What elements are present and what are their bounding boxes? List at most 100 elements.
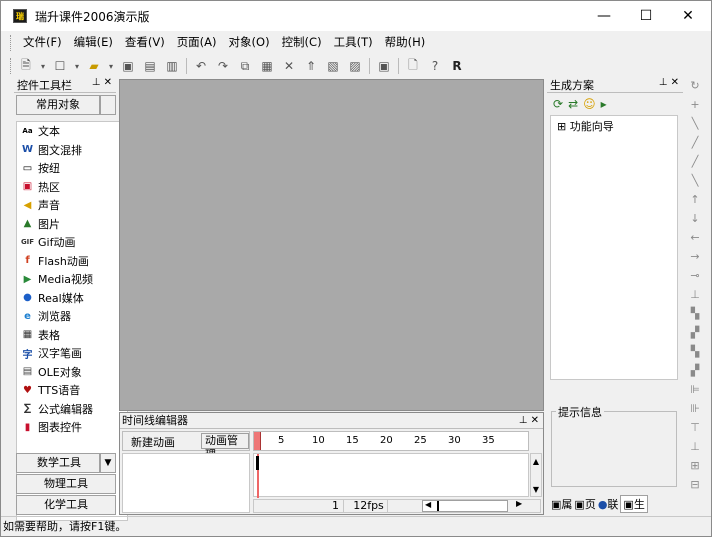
control-item[interactable]: ▶ Media视频 [17, 270, 127, 289]
tab-generate[interactable]: ▣生 [620, 495, 648, 513]
scheme-sync-icon[interactable]: ⇄ [568, 97, 578, 113]
category-chemistry-tools[interactable]: 化学工具 [16, 495, 116, 515]
undo-icon[interactable]: ↶ [192, 57, 210, 75]
menu-tools[interactable]: 工具(T) [328, 34, 379, 50]
control-item[interactable]: Aa 文本 [17, 122, 127, 141]
print-preview-icon[interactable]: 🗋 [404, 57, 422, 75]
vline-icon[interactable]: ⊥ [684, 288, 706, 307]
save-all-icon[interactable]: ▤ [141, 57, 159, 75]
help-icon[interactable]: ? [426, 57, 444, 75]
new-animation-button[interactable]: 新建动画 [131, 434, 175, 450]
panel-pin-close-icon[interactable]: ⊥ ✕ [659, 77, 679, 88]
line-diag-icon[interactable]: ╲ [684, 117, 706, 136]
save-icon[interactable]: ▣ [119, 57, 137, 75]
layer-bottom-icon[interactable]: ▞ [684, 364, 706, 383]
control-item[interactable]: ▦ 表格 [17, 326, 127, 345]
category-common-objects[interactable]: 常用对象 [16, 95, 100, 115]
paste-icon[interactable]: ▦ [258, 57, 276, 75]
control-item[interactable]: ▮ 图表控件 [17, 418, 127, 437]
tab-link[interactable]: ●联 [598, 496, 619, 512]
distribute-icon[interactable]: ⊞ [684, 459, 706, 478]
new-project-icon[interactable]: 🗎 [17, 57, 35, 75]
new-page-icon[interactable]: ☐ [51, 57, 69, 75]
menu-object[interactable]: 对象(O) [223, 34, 276, 50]
hline-icon[interactable]: ⊸ [684, 269, 706, 288]
chevron-down-icon[interactable]: ▼ [100, 453, 116, 473]
control-item[interactable]: ▭ 按纽 [17, 159, 127, 178]
scroll-left-icon[interactable]: ◀ [425, 500, 431, 509]
playhead-marker[interactable] [254, 432, 261, 450]
category-physics-tools[interactable]: 物理工具 [16, 474, 116, 494]
cut-icon[interactable]: ✕ [280, 57, 298, 75]
align-top-icon[interactable]: ⊤ [684, 421, 706, 440]
animation-manage-button[interactable]: 动画管理 [201, 433, 249, 461]
menu-edit[interactable]: 编辑(E) [68, 34, 119, 50]
align-icon[interactable]: ⇑ [302, 57, 320, 75]
menu-view[interactable]: 查看(V) [119, 34, 171, 50]
menu-page[interactable]: 页面(A) [171, 34, 223, 50]
control-item[interactable]: ▲ 图片 [17, 215, 127, 234]
menu-file[interactable]: 文件(F) [17, 34, 68, 50]
align-bottom-icon[interactable]: ⊥ [684, 440, 706, 459]
redo-icon[interactable]: ↷ [214, 57, 232, 75]
arrow-up-icon[interactable]: ↑ [684, 193, 706, 212]
chevron-down-icon[interactable]: ▾ [39, 57, 47, 75]
arrow-right-icon[interactable]: → [684, 250, 706, 269]
tree-expand-icon[interactable]: ⊞ [557, 120, 566, 133]
align-center-icon[interactable]: ⊪ [684, 402, 706, 421]
arrow-down-icon[interactable]: ↓ [684, 212, 706, 231]
chevron-down-icon[interactable]: ▾ [73, 57, 81, 75]
copy-icon[interactable]: ⧉ [236, 57, 254, 75]
control-item[interactable]: ♥ TTS语音 [17, 381, 127, 400]
control-item[interactable]: ◀ 声音 [17, 196, 127, 215]
scheme-wizard-icon[interactable]: ☺ [583, 97, 596, 113]
keyframe-marker[interactable] [256, 456, 259, 470]
panel-pin-close-icon[interactable]: ⊥ ✕ [519, 413, 539, 428]
align-left-icon[interactable]: ⊫ [684, 383, 706, 402]
timeline-vscrollbar[interactable]: ▲ ▼ [530, 453, 542, 497]
scheme-play-icon[interactable]: ▸ [601, 97, 607, 113]
tab-properties[interactable]: ▣属 [551, 496, 572, 512]
run-icon[interactable]: R [448, 57, 466, 75]
category-math-tools[interactable]: 数学工具 [16, 453, 100, 473]
layer-forward-icon[interactable]: ▚ [684, 307, 706, 326]
line-diag2-icon[interactable]: ╱ [684, 136, 706, 155]
control-item[interactable]: ▣ 热区 [17, 178, 127, 197]
minimize-button[interactable]: — [581, 1, 627, 31]
control-item[interactable]: f Flash动画 [17, 252, 127, 271]
delete-page-icon[interactable]: ▨ [346, 57, 364, 75]
preview-icon[interactable]: ▥ [163, 57, 181, 75]
scroll-thumb[interactable] [437, 501, 439, 511]
page-canvas[interactable] [119, 79, 544, 411]
scheme-refresh-icon[interactable]: ⟳ [553, 97, 563, 113]
insert-page-icon[interactable]: ▧ [324, 57, 342, 75]
control-item[interactable]: W 图文混排 [17, 141, 127, 160]
menu-control[interactable]: 控制(C) [276, 34, 328, 50]
panel-pin-close-icon[interactable]: ⊥ ✕ [92, 77, 112, 88]
control-item[interactable]: 字汉字笔画 [17, 344, 127, 363]
animation-list[interactable] [122, 453, 250, 513]
control-item[interactable]: GIF Gif动画 [17, 233, 127, 252]
menu-help[interactable]: 帮助(H) [379, 34, 432, 50]
line-diag3-icon[interactable]: ╱ [684, 155, 706, 174]
timeline-hscrollbar[interactable]: ◀ [422, 500, 508, 512]
line-diag4-icon[interactable]: ╲ [684, 174, 706, 193]
scroll-down-icon[interactable]: ▼ [531, 484, 541, 496]
properties-icon[interactable]: ▣ [375, 57, 393, 75]
control-item[interactable]: ● Real媒体 [17, 289, 127, 308]
category-side-tab[interactable] [100, 95, 116, 115]
control-item[interactable]: ∑ 公式编辑器 [17, 400, 127, 419]
scroll-up-icon[interactable]: ▲ [531, 456, 541, 468]
layer-top-icon[interactable]: ▚ [684, 345, 706, 364]
maximize-button[interactable]: ☐ [623, 1, 669, 31]
timeline-track[interactable] [253, 453, 529, 498]
layer-back-icon[interactable]: ▞ [684, 326, 706, 345]
close-button[interactable]: ✕ [665, 1, 711, 31]
tree-item-wizard[interactable]: ⊞ 功能向导 [551, 116, 677, 134]
arrow-left-icon[interactable]: ← [684, 231, 706, 250]
group-icon[interactable]: ⊟ [684, 478, 706, 497]
plus-icon[interactable]: + [684, 98, 706, 117]
chevron-down-icon[interactable]: ▾ [107, 57, 115, 75]
scroll-right-icon[interactable]: ▶ [516, 499, 522, 508]
open-folder-icon[interactable]: ▰ [85, 57, 103, 75]
